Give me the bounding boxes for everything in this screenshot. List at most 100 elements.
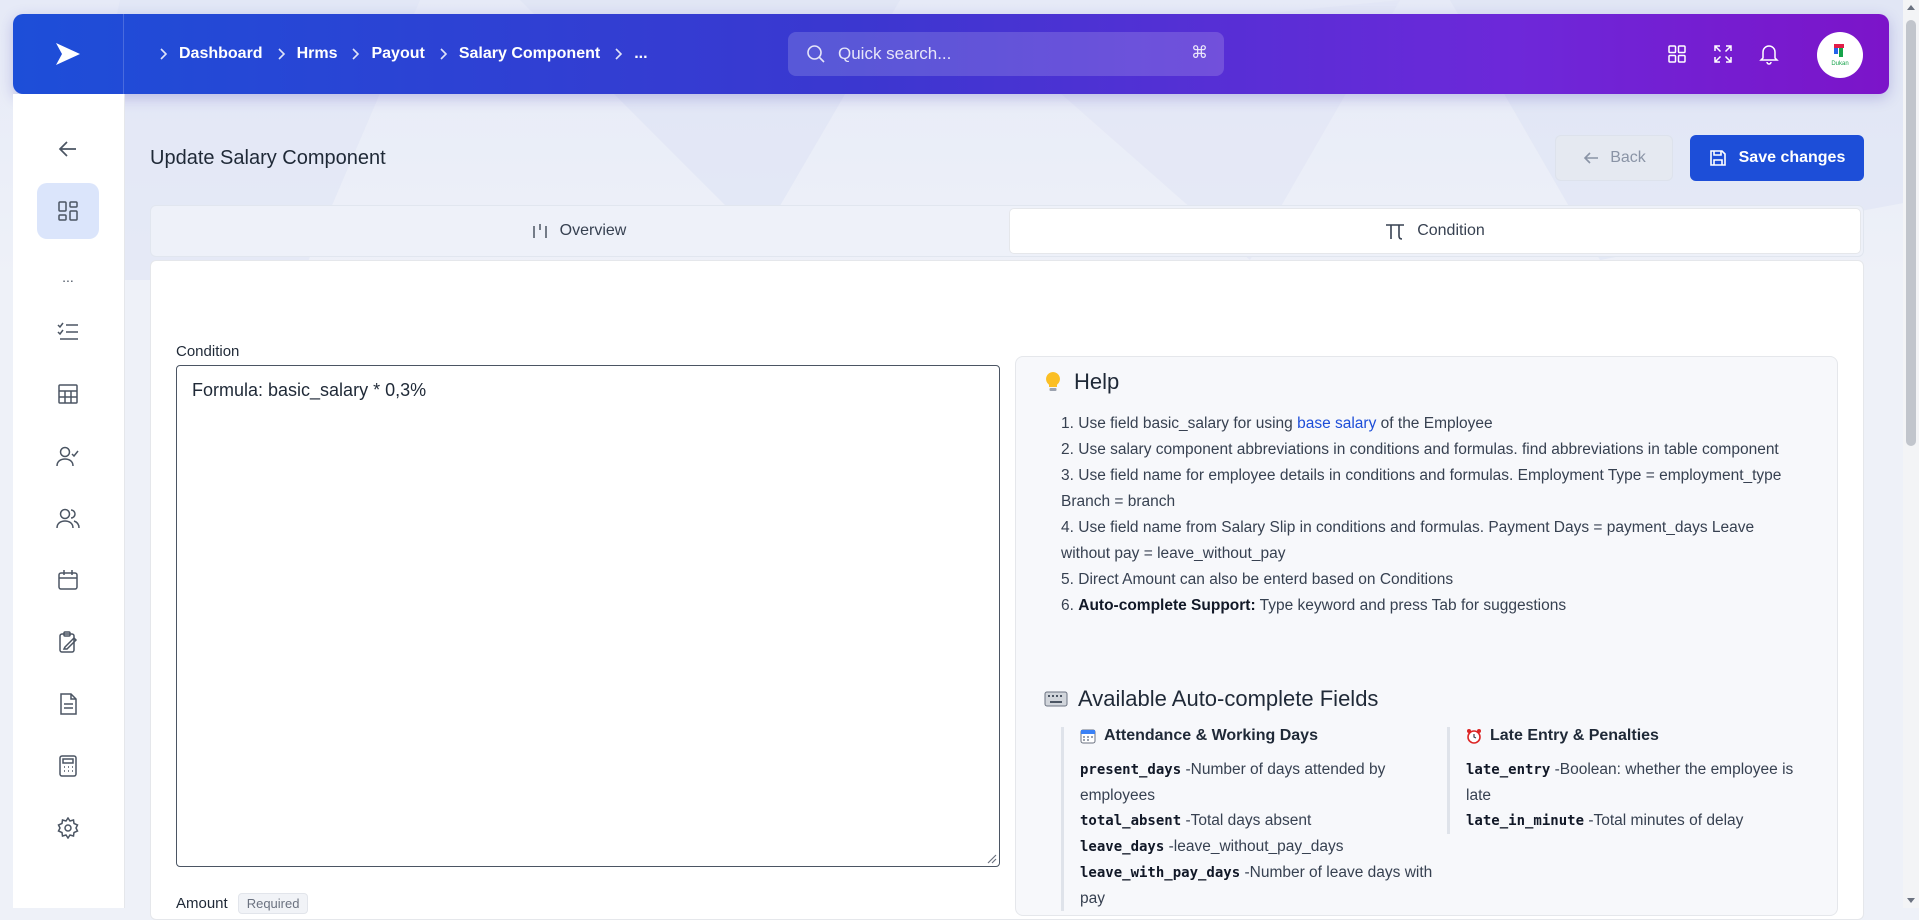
top-navbar: Dashboard Hrms Payout Salary Component .… [13, 14, 1889, 94]
arrow-left-icon [1584, 152, 1599, 164]
field-total-absent: total_absent -Total days absent [1080, 812, 1312, 829]
chevron-right-icon [439, 47, 449, 61]
help-item: 2. Use salary component abbreviations in… [1061, 441, 1779, 458]
attendance-column: Attendance & Working Days present_days -… [1061, 727, 1439, 911]
alarm-clock-icon [1467, 729, 1481, 744]
condition-label: Condition [176, 343, 240, 360]
field-present-days: present_days -Number of days attended by… [1080, 761, 1386, 804]
apps-grid-icon[interactable] [1667, 44, 1687, 64]
chevron-right-icon [159, 47, 169, 61]
sidebar-item-documents[interactable] [37, 676, 99, 732]
breadcrumb-hrms[interactable]: Hrms [297, 45, 338, 63]
page-title: Update Salary Component [150, 147, 386, 169]
back-button[interactable]: Back [1555, 135, 1673, 181]
search-placeholder: Quick search... [838, 44, 952, 63]
amount-field-label: Amount Required [176, 893, 309, 914]
required-badge: Required [237, 893, 309, 914]
quick-search-input[interactable]: Quick search... ⌘ [788, 32, 1224, 76]
help-title: Help [1074, 369, 1120, 394]
user-check-icon [56, 446, 79, 467]
sidebar-item-clipboard[interactable] [37, 614, 99, 670]
base-salary-link[interactable]: base salary [1297, 415, 1376, 432]
chevron-right-icon [614, 47, 624, 61]
sidebar-item-dashboard[interactable] [37, 183, 99, 239]
save-icon [1709, 150, 1726, 166]
field-late-entry: late_entry -Boolean: whether the employe… [1466, 761, 1794, 804]
scroll-down-icon[interactable] [1906, 897, 1916, 905]
dukan-logo: Dukan [1831, 44, 1849, 67]
help-list: 1. Use field basic_salary for using base… [1061, 411, 1801, 619]
tab-overview[interactable]: Overview [151, 208, 1007, 254]
clipboard-edit-icon [59, 631, 78, 653]
sidebar: ... [13, 94, 125, 908]
breadcrumb-payout[interactable]: Payout [371, 45, 424, 63]
save-button-label: Save changes [1738, 149, 1846, 166]
field-leave-days: leave_days -leave_without_pay_days [1080, 838, 1344, 855]
sidebar-item-calculator[interactable] [37, 738, 99, 794]
page-scrollbar[interactable] [1903, 0, 1919, 908]
late-entry-column: Late Entry & Penalties late_entry -Boole… [1447, 727, 1817, 834]
sidebar-collapse-button[interactable] [37, 121, 99, 177]
fullscreen-icon[interactable] [1713, 44, 1733, 64]
attendance-title-row: Attendance & Working Days [1080, 727, 1439, 745]
calendar-icon [58, 570, 78, 590]
user-avatar[interactable]: Dukan [1817, 32, 1863, 78]
overview-icon [532, 224, 547, 238]
dashboard-icon [58, 201, 78, 221]
scrollbar-thumb[interactable] [1906, 20, 1916, 446]
condition-value: Formula: basic_salary * 0,3% [192, 380, 427, 400]
tab-overview-label: Overview [559, 222, 627, 239]
field-late-in-minute: late_in_minute -Total minutes of delay [1466, 812, 1744, 829]
late-entry-title-row: Late Entry & Penalties [1466, 727, 1817, 745]
autocomplete-title: Available Auto-complete Fields [1078, 686, 1379, 711]
sidebar-item-table[interactable] [37, 366, 99, 422]
save-changes-button[interactable]: Save changes [1690, 135, 1864, 181]
back-button-label: Back [1610, 149, 1646, 166]
amount-label: Amount [176, 895, 228, 912]
sidebar-more[interactable]: ... [37, 269, 99, 285]
arrow-left-icon [58, 141, 76, 157]
breadcrumb-ellipsis[interactable]: ... [634, 45, 647, 63]
sidebar-item-calendar[interactable] [37, 552, 99, 608]
gear-icon [57, 817, 79, 839]
attendance-title: Attendance & Working Days [1104, 727, 1318, 744]
field-leave-with-pay-days: leave_with_pay_days -Number of leave day… [1080, 864, 1433, 907]
pi-icon [1386, 224, 1405, 240]
help-heading: Help [1044, 369, 1119, 395]
calendar-emoji-icon [1080, 729, 1096, 744]
calculator-icon [59, 755, 77, 777]
bell-icon[interactable] [1759, 43, 1779, 65]
help-item: 1. Use field basic_salary for using base… [1061, 415, 1493, 432]
tab-condition-label: Condition [1417, 222, 1485, 239]
help-item: 5. Direct Amount can also be enterd base… [1061, 571, 1454, 588]
autocomplete-heading: Available Auto-complete Fields [1044, 686, 1378, 712]
breadcrumb-salary-component[interactable]: Salary Component [459, 45, 600, 63]
send-logo-icon [56, 43, 80, 65]
checklist-icon [57, 322, 78, 340]
sidebar-item-users[interactable] [37, 490, 99, 546]
tab-condition[interactable]: Condition [1009, 208, 1861, 254]
tab-bar: Overview Condition [150, 205, 1864, 257]
help-item: 4. Use field name from Salary Slip in co… [1061, 519, 1755, 562]
sidebar-item-tasks[interactable] [37, 304, 99, 360]
sidebar-item-user-check[interactable] [37, 428, 99, 484]
search-icon [807, 45, 825, 63]
help-item: 6. Auto-complete Support: Type keyword a… [1061, 597, 1567, 614]
sidebar-item-settings[interactable] [37, 800, 99, 856]
chevron-right-icon [351, 47, 361, 61]
breadcrumb-dashboard[interactable]: Dashboard [179, 45, 263, 63]
document-icon [60, 693, 77, 715]
condition-textarea[interactable]: Formula: basic_salary * 0,3% [176, 365, 1000, 867]
chevron-right-icon [277, 47, 287, 61]
app-logo[interactable] [13, 14, 124, 94]
topbar-actions [1667, 14, 1779, 94]
resize-handle-icon[interactable] [987, 854, 997, 864]
table-icon [58, 384, 78, 404]
late-entry-title: Late Entry & Penalties [1490, 727, 1659, 744]
breadcrumb: Dashboard Hrms Payout Salary Component .… [159, 14, 662, 94]
users-icon [56, 508, 80, 529]
keyboard-icon [1044, 691, 1068, 707]
help-item: 3. Use field name for employee details i… [1061, 467, 1782, 510]
command-key-icon: ⌘ [1191, 43, 1208, 62]
scroll-up-icon[interactable] [1906, 3, 1916, 11]
